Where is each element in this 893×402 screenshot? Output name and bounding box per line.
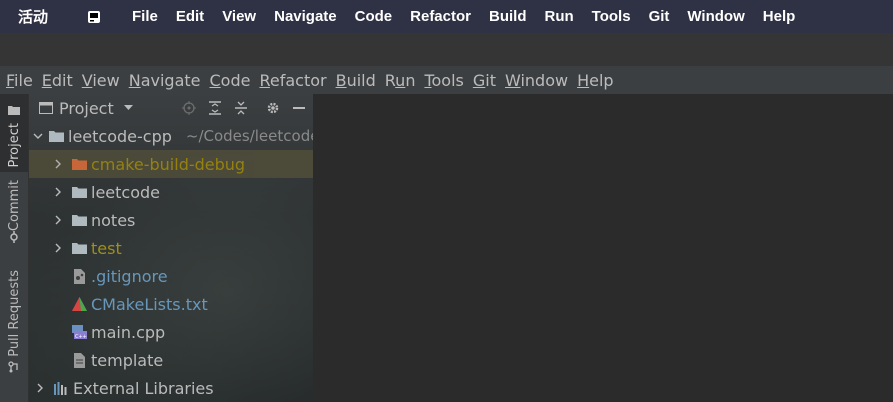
global-menu-file[interactable]: File bbox=[132, 8, 158, 25]
libraries-icon bbox=[53, 380, 69, 396]
folder-icon bbox=[49, 128, 64, 144]
menu-window[interactable]: Window bbox=[505, 71, 568, 90]
gitignore-file-icon bbox=[71, 268, 87, 284]
menu-run[interactable]: Run bbox=[385, 71, 416, 90]
external-libraries-label: External Libraries bbox=[73, 378, 214, 398]
tree-item-label: CMakeLists.txt bbox=[91, 294, 208, 314]
tree-item-test[interactable]: test bbox=[29, 234, 313, 262]
cmake-file-icon bbox=[71, 296, 87, 312]
menu-tools[interactable]: Tools bbox=[424, 71, 463, 90]
project-view-selector[interactable]: Project bbox=[59, 99, 114, 118]
project-tab-label: Project bbox=[6, 123, 22, 168]
global-menu-git[interactable]: Git bbox=[649, 8, 670, 25]
global-menu-run[interactable]: Run bbox=[545, 8, 574, 25]
global-menu-view[interactable]: View bbox=[222, 8, 256, 25]
chevron-right-icon[interactable] bbox=[51, 157, 65, 171]
tree-item-cmake-build-debug[interactable]: cmake-build-debug bbox=[29, 150, 313, 178]
tree-root-name: leetcode-cpp bbox=[68, 126, 172, 146]
global-menu-tools[interactable]: Tools bbox=[592, 8, 631, 25]
folder-icon bbox=[71, 240, 87, 256]
global-menu-help[interactable]: Help bbox=[763, 8, 796, 25]
tree-item-label: cmake-build-debug bbox=[91, 154, 246, 174]
project-panel-header: Project bbox=[29, 94, 313, 122]
locate-icon[interactable] bbox=[181, 100, 197, 116]
tree-item-label: test bbox=[91, 238, 122, 258]
tree-item-gitignore[interactable]: .gitignore bbox=[29, 262, 313, 290]
project-panel: Project leetcode-cpp ~/Codes/leetcod cma… bbox=[29, 94, 313, 402]
text-file-icon bbox=[71, 352, 87, 368]
menu-refactor[interactable]: Refactor bbox=[259, 71, 326, 90]
menu-file[interactable]: File bbox=[6, 71, 33, 90]
chevron-right-icon[interactable] bbox=[51, 213, 65, 227]
app-icon[interactable] bbox=[86, 10, 102, 24]
menu-edit[interactable]: Edit bbox=[42, 71, 73, 90]
menu-help[interactable]: Help bbox=[577, 71, 613, 90]
system-top-bar: 活动 File Edit View Navigate Code Refactor Build… bbox=[0, 0, 893, 33]
svg-text:C++: C++ bbox=[75, 334, 87, 339]
global-menu-navigate[interactable]: Navigate bbox=[274, 8, 337, 25]
chevron-right-icon[interactable] bbox=[51, 185, 65, 199]
commit-tab-label: Commit bbox=[6, 180, 22, 232]
ide-menu-bar: File Edit View Navigate Code Refactor Build Run… bbox=[0, 66, 893, 94]
menu-view[interactable]: View bbox=[82, 71, 120, 90]
tree-item-leetcode[interactable]: leetcode bbox=[29, 178, 313, 206]
tree-item-notes[interactable]: notes bbox=[29, 206, 313, 234]
pull-requests-tool-tab[interactable]: Pull Requests bbox=[0, 270, 28, 382]
tree-item-template[interactable]: template bbox=[29, 346, 313, 374]
folder-icon bbox=[71, 184, 87, 200]
tree-item-label: notes bbox=[91, 210, 136, 230]
gear-icon[interactable] bbox=[265, 100, 281, 116]
global-menu: File Edit View Navigate Code Refactor Build Run… bbox=[132, 8, 813, 25]
tree-item-label: main.cpp bbox=[91, 322, 166, 342]
tree-item-main-cpp[interactable]: C++ main.cpp bbox=[29, 318, 313, 346]
tool-window-strip: Project Commit Pull Requests bbox=[0, 94, 29, 402]
activities-button[interactable]: 活动 bbox=[18, 6, 76, 27]
expand-all-icon[interactable] bbox=[207, 100, 223, 116]
menu-navigate[interactable]: Navigate bbox=[129, 71, 201, 90]
collapse-all-icon[interactable] bbox=[233, 100, 249, 116]
tree-item-label: leetcode bbox=[91, 182, 160, 202]
panel-folder-icon bbox=[39, 102, 53, 114]
global-menu-edit[interactable]: Edit bbox=[176, 8, 204, 25]
chevron-right-icon[interactable] bbox=[33, 381, 47, 395]
menu-code[interactable]: Code bbox=[210, 71, 251, 90]
folder-icon bbox=[71, 212, 87, 228]
chevron-down-icon[interactable] bbox=[123, 105, 133, 111]
hide-icon[interactable] bbox=[291, 100, 307, 116]
global-menu-build[interactable]: Build bbox=[489, 8, 527, 25]
external-libraries-row[interactable]: External Libraries bbox=[29, 374, 313, 402]
global-menu-refactor[interactable]: Refactor bbox=[410, 8, 471, 25]
global-menu-window[interactable]: Window bbox=[687, 8, 744, 25]
project-tool-tab[interactable]: Project bbox=[0, 94, 28, 172]
menu-git[interactable]: Git bbox=[473, 71, 496, 90]
pull-requests-tab-label: Pull Requests bbox=[6, 270, 22, 357]
chevron-right-icon[interactable] bbox=[51, 241, 65, 255]
global-menu-code[interactable]: Code bbox=[355, 8, 393, 25]
chevron-down-icon[interactable] bbox=[33, 129, 43, 143]
commit-tool-tab[interactable]: Commit bbox=[0, 180, 28, 260]
menu-build[interactable]: Build bbox=[336, 71, 376, 90]
window-title-area bbox=[0, 33, 893, 66]
folder-excluded-icon bbox=[71, 156, 87, 172]
pull-request-icon bbox=[8, 361, 20, 377]
tree-item-label: template bbox=[91, 350, 164, 370]
folder-icon bbox=[8, 104, 20, 119]
tree-root-path: ~/Codes/leetcode-cpp bbox=[185, 127, 313, 145]
tree-item-cmakelists-txt[interactable]: CMakeLists.txt bbox=[29, 290, 313, 318]
editor-area[interactable] bbox=[313, 94, 893, 402]
commit-icon bbox=[8, 231, 20, 247]
tree-root-row[interactable]: leetcode-cpp ~/Codes/leetcode-cpp bbox=[29, 122, 313, 150]
tree-item-label: .gitignore bbox=[91, 266, 168, 286]
cpp-file-icon: C++ bbox=[71, 324, 87, 340]
